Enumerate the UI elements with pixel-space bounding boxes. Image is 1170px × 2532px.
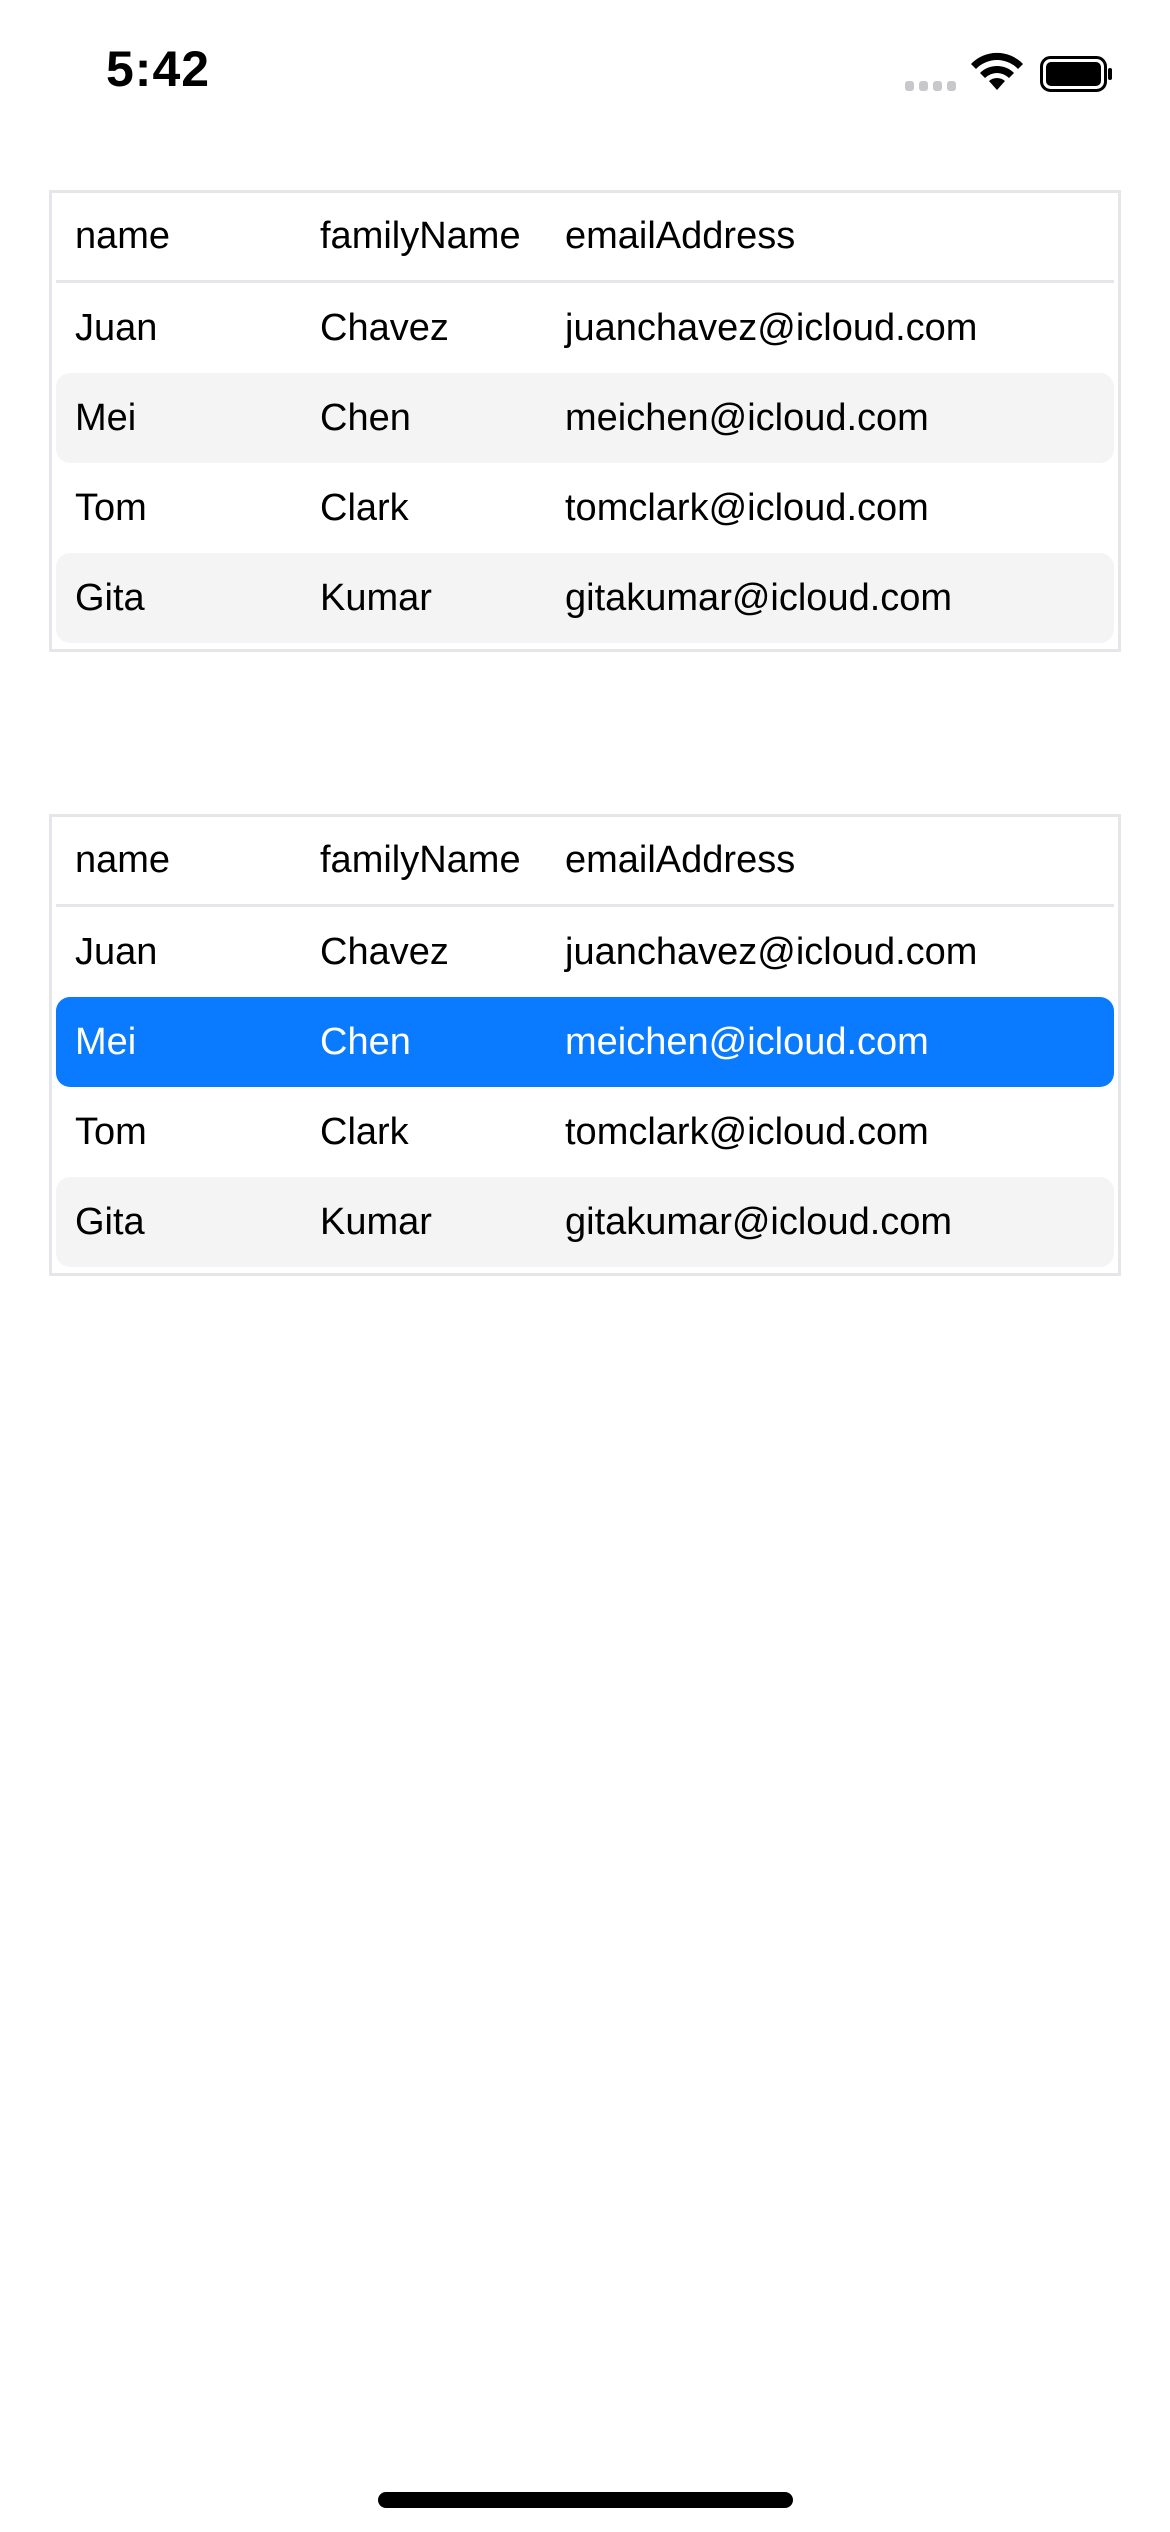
- cell-name: Mei: [75, 396, 137, 439]
- cell-family-name: Clark: [320, 486, 409, 529]
- cell-email-address: gitakumar@icloud.com: [565, 576, 953, 619]
- column-header-email-address[interactable]: emailAddress: [565, 193, 795, 280]
- cell-email-address: juanchavez@icloud.com: [565, 306, 978, 349]
- cell-email-address: meichen@icloud.com: [565, 1020, 929, 1063]
- cell-email-address: juanchavez@icloud.com: [565, 930, 978, 973]
- table-row[interactable]: Juan Chavez juanchavez@icloud.com: [56, 283, 1114, 373]
- column-header-name[interactable]: name: [75, 193, 170, 280]
- cellular-signal-icon: [905, 81, 959, 91]
- cell-name: Tom: [75, 1110, 147, 1153]
- table-row[interactable]: Mei Chen meichen@icloud.com: [56, 373, 1114, 463]
- column-header-email-address[interactable]: emailAddress: [565, 817, 795, 904]
- battery-icon: [1040, 56, 1112, 92]
- cell-email-address: tomclark@icloud.com: [565, 1110, 929, 1153]
- cell-family-name: Chen: [320, 1020, 411, 1063]
- cell-family-name: Kumar: [320, 1200, 432, 1243]
- cell-name: Juan: [75, 930, 158, 973]
- contacts-table: name familyName emailAddress Juan Chavez…: [49, 190, 1121, 652]
- cell-name: Tom: [75, 486, 147, 529]
- cell-name: Juan: [75, 306, 158, 349]
- cell-family-name: Chen: [320, 396, 411, 439]
- column-header-name[interactable]: name: [75, 817, 170, 904]
- cell-family-name: Chavez: [320, 306, 449, 349]
- cell-email-address: gitakumar@icloud.com: [565, 1200, 953, 1243]
- table-row[interactable]: Gita Kumar gitakumar@icloud.com: [56, 553, 1114, 643]
- cell-family-name: Chavez: [320, 930, 449, 973]
- table-row[interactable]: Gita Kumar gitakumar@icloud.com: [56, 1177, 1114, 1267]
- column-header-family-name[interactable]: familyName: [320, 817, 521, 904]
- table-row[interactable]: Tom Clark tomclark@icloud.com: [56, 463, 1114, 553]
- cell-name: Mei: [75, 1020, 137, 1063]
- status-time: 5:42: [106, 41, 211, 97]
- table-header: name familyName emailAddress: [56, 817, 1114, 907]
- status-bar: 5:42: [0, 0, 1170, 150]
- table-header: name familyName emailAddress: [56, 193, 1114, 283]
- table-row[interactable]: Tom Clark tomclark@icloud.com: [56, 1087, 1114, 1177]
- table-row-selected[interactable]: Mei Chen meichen@icloud.com: [56, 997, 1114, 1087]
- cell-name: Gita: [75, 576, 145, 619]
- table-row[interactable]: Juan Chavez juanchavez@icloud.com: [56, 907, 1114, 997]
- cell-name: Gita: [75, 1200, 145, 1243]
- cell-family-name: Kumar: [320, 576, 432, 619]
- contacts-table-selectable: name familyName emailAddress Juan Chavez…: [49, 814, 1121, 1276]
- wifi-icon: [971, 52, 1023, 90]
- cell-email-address: tomclark@icloud.com: [565, 486, 929, 529]
- column-header-family-name[interactable]: familyName: [320, 193, 521, 280]
- home-indicator[interactable]: [378, 2492, 793, 2508]
- cell-email-address: meichen@icloud.com: [565, 396, 929, 439]
- cell-family-name: Clark: [320, 1110, 409, 1153]
